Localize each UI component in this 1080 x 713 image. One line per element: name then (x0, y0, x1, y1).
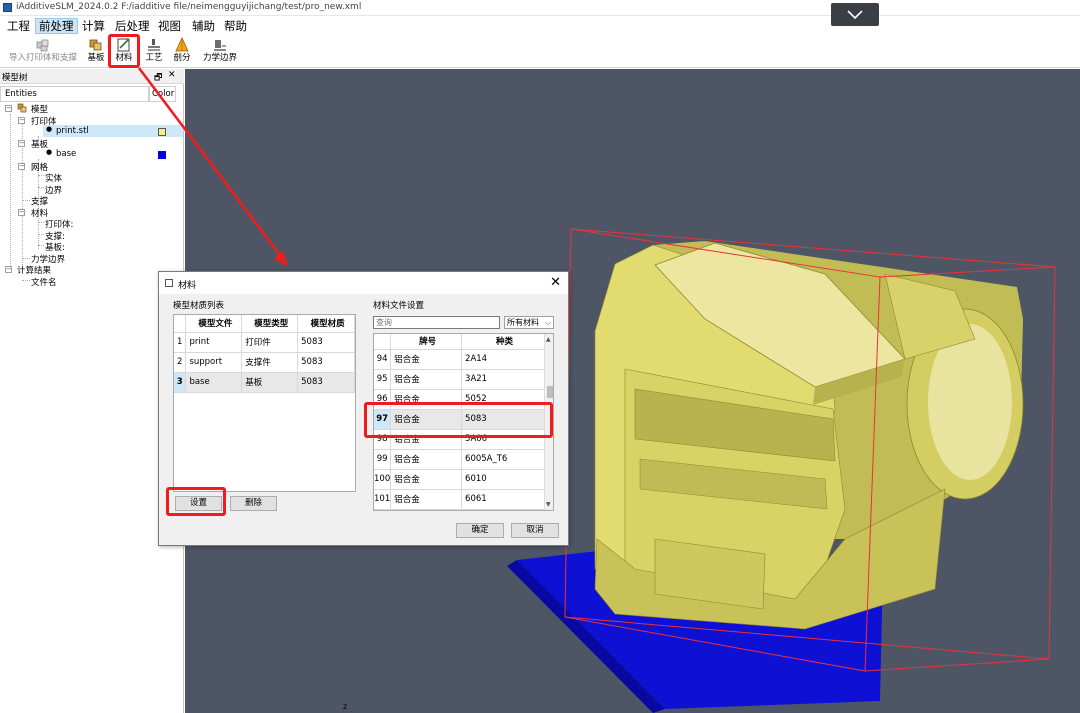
chevron-down-icon (847, 10, 863, 20)
col-grade[interactable]: 牌号 (390, 334, 463, 350)
table-row[interactable]: 2 support 支撑件 5083 (174, 352, 355, 373)
scroll-down-icon[interactable]: ▼ (546, 501, 551, 508)
table-row[interactable]: 99 铝合金 6005A_T6 (374, 449, 545, 470)
chevron-down-icon: ⌵ (544, 318, 551, 327)
col-model-material[interactable]: 模型材质 (297, 315, 355, 333)
dialog-title-bar: 材料 ✕ (159, 272, 568, 294)
material-file-settings-label: 材料文件设置 (373, 301, 425, 311)
table-row[interactable]: 94 铝合金 2A14 (374, 349, 545, 370)
model-material-grid: 模型文件 模型类型 模型材质 1 print 打印件 5083 2 suppor… (174, 315, 355, 393)
row-97-highlight-box (364, 402, 553, 438)
dialog-title: 材料 (178, 281, 197, 291)
model-material-list-label: 模型材质列表 (173, 301, 225, 311)
cancel-button[interactable]: 取消 (511, 523, 559, 538)
material-filter-select[interactable]: 所有材料 ⌵ (504, 316, 554, 329)
scrollbar-thumb[interactable] (547, 386, 553, 398)
set-button-highlight-box (166, 487, 226, 516)
model-material-table[interactable]: 模型文件 模型类型 模型材质 1 print 打印件 5083 2 suppor… (173, 314, 356, 492)
dialog-icon (165, 279, 173, 287)
col-model-type[interactable]: 模型类型 (241, 315, 299, 333)
filter-value: 所有材料 (507, 318, 539, 327)
close-icon[interactable]: ✕ (550, 275, 561, 290)
material-dialog: 材料 ✕ 模型材质列表 模型文件 模型类型 模型材质 1 print 打印件 5… (158, 271, 569, 546)
ok-button[interactable]: 确定 (456, 523, 504, 538)
scroll-up-icon[interactable]: ▲ (546, 336, 551, 343)
material-search-input[interactable]: 查询 (373, 316, 500, 329)
col-kind[interactable]: 种类 (461, 334, 545, 350)
table-row[interactable]: 101 铝合金 6061 (374, 489, 545, 510)
table-row[interactable]: 95 铝合金 3A21 (374, 369, 545, 390)
table-row[interactable]: 100 铝合金 6010 (374, 469, 545, 490)
table-row[interactable]: 1 print 打印件 5083 (174, 332, 355, 353)
collapse-ribbon-button[interactable] (831, 3, 879, 26)
delete-material-button[interactable]: 删除 (230, 496, 277, 511)
col-model-file[interactable]: 模型文件 (185, 315, 243, 333)
table-row-selected[interactable]: 3 base 基板 5083 (174, 372, 355, 393)
